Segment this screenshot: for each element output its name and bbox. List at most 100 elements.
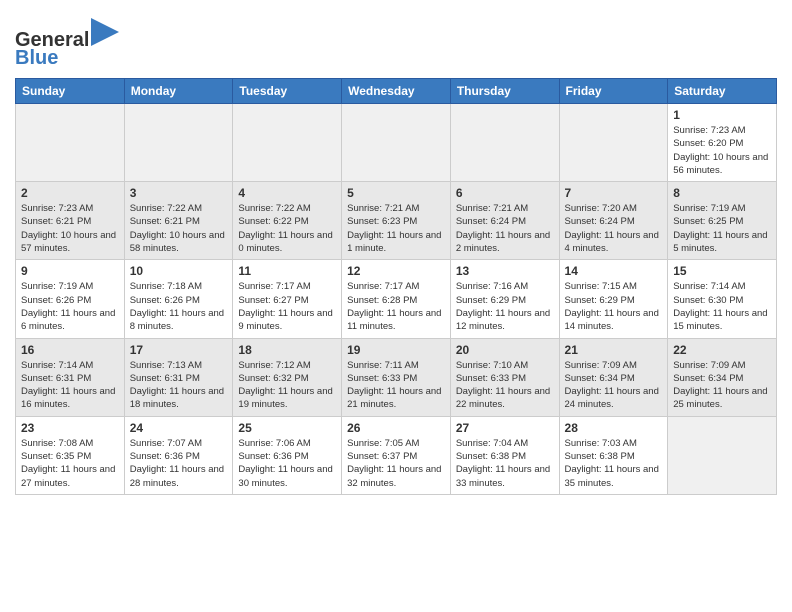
calendar-day-cell	[124, 104, 233, 182]
day-number: 7	[565, 186, 663, 200]
calendar-day-cell: 14 Sunrise: 7:15 AM Sunset: 6:29 PM Dayli…	[559, 260, 668, 338]
calendar-day-cell: 9 Sunrise: 7:19 AM Sunset: 6:26 PM Daylig…	[16, 260, 125, 338]
calendar-day-cell: 2 Sunrise: 7:23 AM Sunset: 6:21 PM Daylig…	[16, 182, 125, 260]
day-info: Sunrise: 7:17 AM Sunset: 6:27 PM Dayligh…	[238, 280, 336, 333]
calendar-day-cell: 11 Sunrise: 7:17 AM Sunset: 6:27 PM Dayli…	[233, 260, 342, 338]
calendar-day-cell: 26 Sunrise: 7:05 AM Sunset: 6:37 PM Dayli…	[342, 416, 451, 494]
logo: General Blue	[15, 18, 119, 70]
calendar-day-cell: 21 Sunrise: 7:09 AM Sunset: 6:34 PM Dayli…	[559, 338, 668, 416]
calendar-day-cell: 15Sunrise: 7:14 AM Sunset: 6:30 PM Dayli…	[668, 260, 777, 338]
day-number: 26	[347, 421, 445, 435]
calendar-day-cell: 6Sunrise: 7:21 AM Sunset: 6:24 PM Daylig…	[450, 182, 559, 260]
calendar-week-row: 23Sunrise: 7:08 AM Sunset: 6:35 PM Dayli…	[16, 416, 777, 494]
calendar-day-cell: 12Sunrise: 7:17 AM Sunset: 6:28 PM Dayli…	[342, 260, 451, 338]
day-info: Sunrise: 7:18 AM Sunset: 6:26 PM Dayligh…	[130, 280, 228, 333]
calendar-day-cell: 28 Sunrise: 7:03 AM Sunset: 6:38 PM Dayli…	[559, 416, 668, 494]
day-info: Sunrise: 7:10 AM Sunset: 6:33 PM Dayligh…	[456, 359, 554, 412]
day-number: 25	[238, 421, 336, 435]
day-number: 15	[673, 264, 771, 278]
calendar-week-row: 2 Sunrise: 7:23 AM Sunset: 6:21 PM Daylig…	[16, 182, 777, 260]
day-number: 21	[565, 343, 663, 357]
day-info: Sunrise: 7:22 AM Sunset: 6:21 PM Dayligh…	[130, 202, 228, 255]
day-info: Sunrise: 7:03 AM Sunset: 6:38 PM Dayligh…	[565, 437, 663, 490]
calendar-day-cell	[450, 104, 559, 182]
day-info: Sunrise: 7:08 AM Sunset: 6:35 PM Dayligh…	[21, 437, 119, 490]
day-number: 9	[21, 264, 119, 278]
day-number: 10	[130, 264, 228, 278]
calendar-header-tuesday: Tuesday	[233, 79, 342, 104]
day-number: 28	[565, 421, 663, 435]
page: General Blue SundayMondayTuesdayWednesda…	[0, 0, 792, 612]
calendar-day-cell	[233, 104, 342, 182]
day-info: Sunrise: 7:12 AM Sunset: 6:32 PM Dayligh…	[238, 359, 336, 412]
day-info: Sunrise: 7:07 AM Sunset: 6:36 PM Dayligh…	[130, 437, 228, 490]
calendar-header-row: SundayMondayTuesdayWednesdayThursdayFrid…	[16, 79, 777, 104]
day-info: Sunrise: 7:15 AM Sunset: 6:29 PM Dayligh…	[565, 280, 663, 333]
logo-arrow-icon	[91, 18, 119, 46]
day-number: 16	[21, 343, 119, 357]
calendar-day-cell: 5 Sunrise: 7:21 AM Sunset: 6:23 PM Daylig…	[342, 182, 451, 260]
calendar-week-row: 1 Sunrise: 7:23 AM Sunset: 6:20 PM Daylig…	[16, 104, 777, 182]
day-number: 20	[456, 343, 554, 357]
calendar-week-row: 16 Sunrise: 7:14 AM Sunset: 6:31 PM Dayli…	[16, 338, 777, 416]
calendar-day-cell: 22 Sunrise: 7:09 AM Sunset: 6:34 PM Dayli…	[668, 338, 777, 416]
calendar-day-cell: 8 Sunrise: 7:19 AM Sunset: 6:25 PM Daylig…	[668, 182, 777, 260]
day-info: Sunrise: 7:14 AM Sunset: 6:31 PM Dayligh…	[21, 359, 119, 412]
day-info: Sunrise: 7:09 AM Sunset: 6:34 PM Dayligh…	[673, 359, 771, 412]
day-info: Sunrise: 7:13 AM Sunset: 6:31 PM Dayligh…	[130, 359, 228, 412]
day-number: 22	[673, 343, 771, 357]
day-number: 3	[130, 186, 228, 200]
day-info: Sunrise: 7:20 AM Sunset: 6:24 PM Dayligh…	[565, 202, 663, 255]
calendar-day-cell: 1 Sunrise: 7:23 AM Sunset: 6:20 PM Daylig…	[668, 104, 777, 182]
calendar-day-cell: 19 Sunrise: 7:11 AM Sunset: 6:33 PM Dayli…	[342, 338, 451, 416]
day-number: 27	[456, 421, 554, 435]
calendar-header-monday: Monday	[124, 79, 233, 104]
calendar-header-wednesday: Wednesday	[342, 79, 451, 104]
calendar-day-cell: 7 Sunrise: 7:20 AM Sunset: 6:24 PM Daylig…	[559, 182, 668, 260]
calendar-day-cell: 24 Sunrise: 7:07 AM Sunset: 6:36 PM Dayli…	[124, 416, 233, 494]
day-info: Sunrise: 7:06 AM Sunset: 6:36 PM Dayligh…	[238, 437, 336, 490]
day-number: 17	[130, 343, 228, 357]
calendar-day-cell: 25 Sunrise: 7:06 AM Sunset: 6:36 PM Dayli…	[233, 416, 342, 494]
calendar-day-cell: 16 Sunrise: 7:14 AM Sunset: 6:31 PM Dayli…	[16, 338, 125, 416]
day-number: 14	[565, 264, 663, 278]
calendar-day-cell: 13Sunrise: 7:16 AM Sunset: 6:29 PM Dayli…	[450, 260, 559, 338]
day-info: Sunrise: 7:04 AM Sunset: 6:38 PM Dayligh…	[456, 437, 554, 490]
calendar-day-cell: 17 Sunrise: 7:13 AM Sunset: 6:31 PM Dayli…	[124, 338, 233, 416]
calendar-day-cell: 10 Sunrise: 7:18 AM Sunset: 6:26 PM Dayli…	[124, 260, 233, 338]
calendar-day-cell	[559, 104, 668, 182]
calendar-header-thursday: Thursday	[450, 79, 559, 104]
calendar-day-cell: 20 Sunrise: 7:10 AM Sunset: 6:33 PM Dayli…	[450, 338, 559, 416]
day-number: 19	[347, 343, 445, 357]
day-number: 13	[456, 264, 554, 278]
header: General Blue	[15, 10, 777, 70]
day-number: 2	[21, 186, 119, 200]
day-info: Sunrise: 7:19 AM Sunset: 6:25 PM Dayligh…	[673, 202, 771, 255]
calendar-day-cell: 4 Sunrise: 7:22 AM Sunset: 6:22 PM Daylig…	[233, 182, 342, 260]
calendar-day-cell: 23Sunrise: 7:08 AM Sunset: 6:35 PM Dayli…	[16, 416, 125, 494]
calendar-day-cell: 3 Sunrise: 7:22 AM Sunset: 6:21 PM Daylig…	[124, 182, 233, 260]
day-info: Sunrise: 7:19 AM Sunset: 6:26 PM Dayligh…	[21, 280, 119, 333]
day-info: Sunrise: 7:23 AM Sunset: 6:20 PM Dayligh…	[673, 124, 771, 177]
day-number: 24	[130, 421, 228, 435]
calendar-day-cell	[16, 104, 125, 182]
calendar-day-cell	[342, 104, 451, 182]
day-info: Sunrise: 7:22 AM Sunset: 6:22 PM Dayligh…	[238, 202, 336, 255]
calendar-week-row: 9 Sunrise: 7:19 AM Sunset: 6:26 PM Daylig…	[16, 260, 777, 338]
calendar-day-cell: 18 Sunrise: 7:12 AM Sunset: 6:32 PM Dayli…	[233, 338, 342, 416]
day-info: Sunrise: 7:21 AM Sunset: 6:23 PM Dayligh…	[347, 202, 445, 255]
day-info: Sunrise: 7:05 AM Sunset: 6:37 PM Dayligh…	[347, 437, 445, 490]
calendar-table: SundayMondayTuesdayWednesdayThursdayFrid…	[15, 78, 777, 495]
day-info: Sunrise: 7:11 AM Sunset: 6:33 PM Dayligh…	[347, 359, 445, 412]
day-number: 11	[238, 264, 336, 278]
calendar-header-saturday: Saturday	[668, 79, 777, 104]
day-info: Sunrise: 7:09 AM Sunset: 6:34 PM Dayligh…	[565, 359, 663, 412]
day-number: 8	[673, 186, 771, 200]
day-info: Sunrise: 7:17 AM Sunset: 6:28 PM Dayligh…	[347, 280, 445, 333]
day-number: 18	[238, 343, 336, 357]
day-number: 4	[238, 186, 336, 200]
day-info: Sunrise: 7:23 AM Sunset: 6:21 PM Dayligh…	[21, 202, 119, 255]
day-info: Sunrise: 7:21 AM Sunset: 6:24 PM Dayligh…	[456, 202, 554, 255]
day-number: 5	[347, 186, 445, 200]
day-number: 1	[673, 108, 771, 122]
